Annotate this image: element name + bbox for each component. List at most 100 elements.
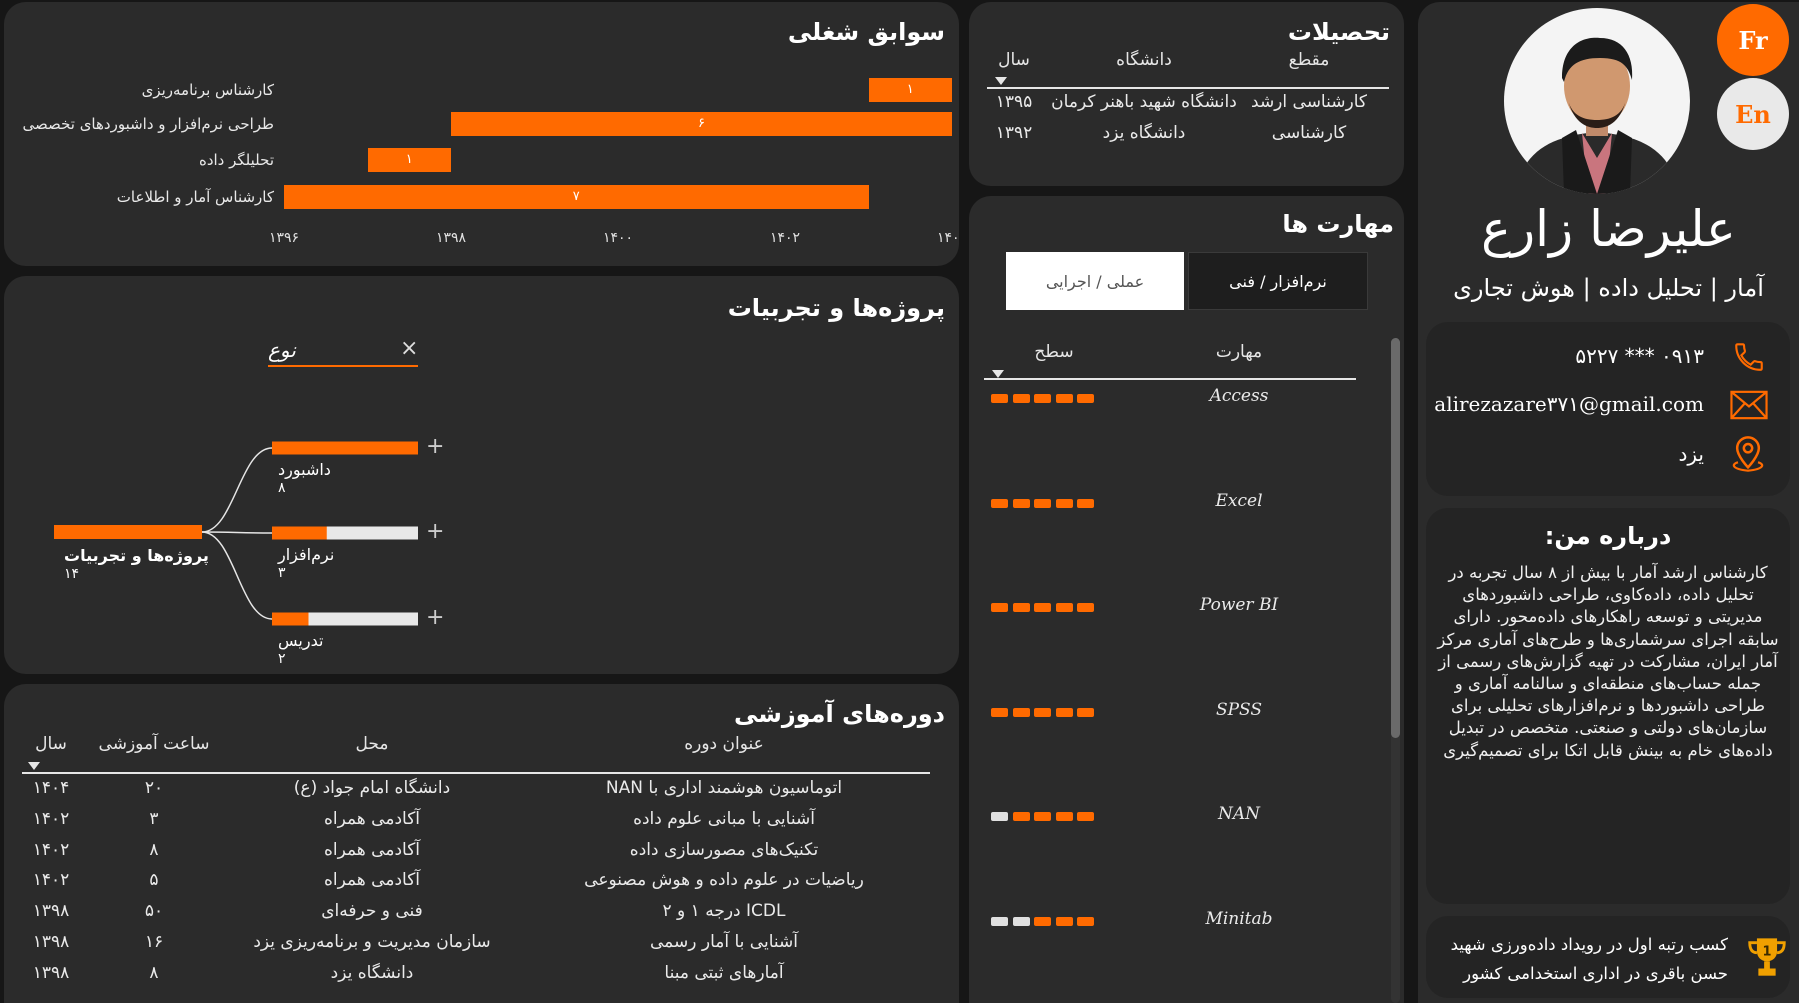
tree-node-count: ۸	[278, 480, 286, 496]
education-header-university[interactable]: دانشگاه	[1116, 50, 1172, 70]
skill-row[interactable]: Power BI	[969, 595, 1389, 623]
tree-node-count: ۲	[278, 651, 286, 667]
work-x-tick: ۱۳۹۶	[268, 230, 300, 246]
skill-row[interactable]: Minitab	[969, 909, 1389, 937]
education-cell-university: دانشگاه شهید باهنر کرمان	[1051, 92, 1237, 112]
education-cell-year: ۱۳۹۲	[995, 123, 1033, 143]
skill-name: Excel	[1215, 490, 1263, 511]
course-cell-place: دانشگاه یزد	[330, 962, 414, 983]
profile-name: علیرضا زارع	[1481, 200, 1736, 258]
course-cell-year: ۱۳۹۸	[32, 932, 70, 952]
skill-level-dot	[1077, 498, 1094, 508]
tree-node-count: ۳	[278, 565, 286, 581]
skill-level-dot	[1012, 916, 1030, 926]
about-title: درباره من:	[1544, 522, 1672, 550]
skill-name: Power BI	[1199, 595, 1279, 615]
skill-row[interactable]: SPSS	[969, 700, 1389, 728]
skill-level-dot	[1055, 498, 1073, 508]
skills-header-skill[interactable]: مهارت	[1216, 342, 1262, 362]
work-category-label: تحلیلگر داده	[198, 151, 274, 169]
course-row[interactable]: ۱۳۹۸ ۱۶ سازمان مدیریت و برنامه‌ریزی یزد آشن…	[4, 932, 959, 960]
tree-node-expand-icon[interactable]: +	[426, 434, 444, 459]
course-row[interactable]: ۱۳۹۸ ۸ دانشگاه یزد آمارهای ثبتی مبنا	[4, 963, 959, 991]
skill-level-dot	[1077, 812, 1094, 821]
avatar	[1504, 8, 1690, 194]
courses-sort-icon[interactable]	[28, 762, 40, 770]
work-bar[interactable]: ۱	[868, 78, 952, 102]
courses-title: دوره‌های آموزشی	[733, 700, 945, 728]
skills-scrollbar[interactable]	[1391, 338, 1400, 1003]
work-bar-value: ۱	[405, 152, 413, 167]
skill-level-dot	[1077, 394, 1094, 403]
skill-row[interactable]: Access	[969, 386, 1389, 414]
education-header-degree[interactable]: مقطع	[1289, 50, 1330, 70]
courses-header-hours[interactable]: ساعت آموزشی	[99, 734, 210, 754]
education-sort-icon[interactable]	[995, 77, 1007, 85]
tree-link	[201, 531, 273, 620]
about-text: کارشناس ارشد آمار با بیش از ۸ سال تجربه …	[1437, 563, 1779, 760]
skills-scrollbar-thumb[interactable]	[1391, 338, 1400, 738]
tree-node-bar[interactable]	[272, 441, 418, 455]
lang-fr-label: Fr	[1738, 25, 1768, 55]
tree-root-label: پروژه‌ها و تجربیات	[64, 546, 209, 565]
skills-tab-practical[interactable]: عملی / اجرایی	[1006, 252, 1184, 310]
email-address[interactable]: alirezazare۳۷۱@gmail.com	[1434, 392, 1704, 416]
skills-sort-icon[interactable]	[992, 370, 1004, 378]
course-cell-year: ۱۳۹۸	[32, 962, 70, 983]
tree-link	[201, 531, 273, 534]
lang-en-button[interactable]: En	[1717, 78, 1789, 150]
work-bar[interactable]: ۷	[284, 185, 869, 209]
courses-header-place[interactable]: محل	[356, 734, 389, 754]
skill-row[interactable]: NAN	[969, 804, 1389, 832]
tree-node-bar[interactable]	[272, 526, 327, 540]
work-bar-value: ۷	[572, 189, 580, 204]
location-icon[interactable]	[1728, 434, 1768, 474]
tree-node-label: نرم‌افزار	[278, 545, 335, 564]
skill-level-dot	[1034, 394, 1051, 403]
course-cell-hours: ۵۰	[144, 901, 164, 922]
lang-fr-button[interactable]: Fr	[1717, 4, 1789, 76]
education-cell-university: دانشگاه یزد	[1102, 123, 1186, 143]
tree-root-bar[interactable]	[54, 525, 202, 539]
work-bar[interactable]: ۱	[367, 148, 451, 172]
course-cell-place: فنی و حرفه‌ای	[321, 901, 423, 922]
work-category-label: کارشناس آمار و اطلاعات	[116, 188, 274, 206]
course-cell-hours: ۱۶	[144, 932, 164, 952]
course-cell-name: اتوماسیون هوشمند اداری با NAN	[605, 778, 843, 798]
skill-name: Minitab	[1205, 908, 1273, 929]
award-card: 1 کسب رتبه اول در رویداد داده‌ورزی شهید …	[1426, 916, 1790, 998]
courses-header-year[interactable]: سال	[35, 734, 67, 754]
contact-card: ۰۹۱۳ *** ۵۲۲۷ alirezazare۳۷۱@gmail.com ی…	[1426, 322, 1790, 496]
course-row[interactable]: ۱۴۰۴ ۲۰ دانشگاه امام جواد (ع) اتوماسیون هوش…	[4, 778, 959, 806]
education-row[interactable]: ۱۳۹۵ دانشگاه شهید باهنر کرمان کارشناسی ارش…	[969, 92, 1404, 120]
award-text: کسب رتبه اول در رویداد داده‌ورزی شهید حس…	[1450, 935, 1728, 983]
education-row[interactable]: ۱۳۹۲ دانشگاه یزد کارشناسی	[969, 123, 1404, 151]
email-icon[interactable]	[1730, 390, 1768, 420]
tree-node-expand-icon[interactable]: +	[426, 519, 444, 544]
skill-level-dot	[991, 812, 1008, 821]
course-cell-name: ریاضیات در علوم داده و هوش مصنوعی	[584, 870, 864, 891]
course-row[interactable]: ۱۴۰۲ ۵ آکادمی همراه ریاضیات در علوم داده و …	[4, 870, 959, 898]
skill-level-dot	[991, 603, 1008, 612]
work-bar-value: ۱	[906, 82, 914, 97]
course-row[interactable]: ۱۴۰۲ ۸ آکادمی همراه تکنیک‌های مصورسازی داده	[4, 840, 959, 868]
education-header-year[interactable]: سال	[998, 50, 1030, 70]
phone-number[interactable]: ۰۹۱۳ *** ۵۲۲۷	[1575, 344, 1704, 368]
education-panel: تحصیلات سال دانشگاه مقطع ۱۳۹۵ دانشگاه شهی…	[969, 2, 1404, 186]
tree-node-expand-icon[interactable]: +	[426, 605, 444, 630]
projects-tree	[54, 441, 418, 626]
skill-level-dot	[1055, 812, 1073, 821]
tree-node-bar[interactable]	[272, 612, 309, 626]
skills-tab-software[interactable]: نرم‌افزار / فنی	[1188, 252, 1368, 310]
skills-header-level[interactable]: سطح	[1034, 342, 1073, 362]
skill-row[interactable]: Excel	[969, 491, 1389, 519]
skill-level-dot	[1034, 603, 1051, 612]
courses-header-name[interactable]: عنوان دوره	[684, 734, 764, 754]
course-row[interactable]: ۱۴۰۲ ۳ آکادمی همراه آشنایی با مبانی علوم دا…	[4, 809, 959, 837]
work-x-tick: ۱۳۹۸	[435, 230, 467, 246]
phone-icon[interactable]	[1732, 340, 1766, 374]
work-bar[interactable]: ۶	[451, 112, 952, 136]
skill-name: Access	[1209, 386, 1269, 406]
work-history-panel: سوابق شغلی کارشناس برنامه‌ریزی ۱ طراحی نرم…	[4, 2, 959, 266]
course-row[interactable]: ۱۳۹۸ ۵۰ فنی و حرفه‌ای ICDL درجه ۱ و ۲	[4, 901, 959, 929]
